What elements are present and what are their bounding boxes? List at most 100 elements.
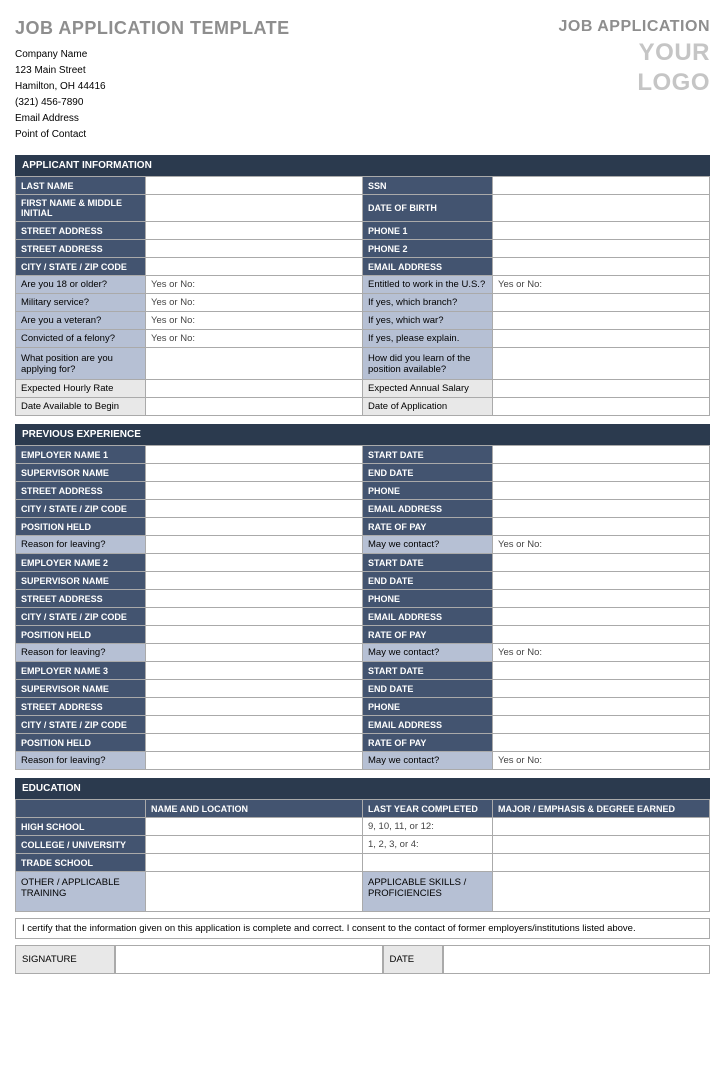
- label-felony: Convicted of a felony?: [16, 330, 146, 348]
- input-start3[interactable]: [493, 662, 710, 680]
- input-pos3[interactable]: [146, 734, 363, 752]
- input-street-e3[interactable]: [146, 698, 363, 716]
- document-title: JOB APPLICATION TEMPLATE: [15, 18, 290, 39]
- input-skills[interactable]: [493, 872, 710, 912]
- input-phone1[interactable]: [493, 222, 710, 240]
- input-end1[interactable]: [493, 464, 710, 482]
- input-rate2[interactable]: [493, 626, 710, 644]
- input-salary[interactable]: [493, 380, 710, 398]
- section-applicant-info: APPLICANT INFORMATION LAST NAMESSN FIRST…: [15, 155, 710, 416]
- label-salary: Expected Annual Salary: [363, 380, 493, 398]
- input-street-e1[interactable]: [146, 482, 363, 500]
- input-rate3[interactable]: [493, 734, 710, 752]
- input-reason2[interactable]: [146, 644, 363, 662]
- section-header: EDUCATION: [15, 778, 710, 799]
- label-email: EMAIL ADDRESS: [363, 608, 493, 626]
- input-start2[interactable]: [493, 554, 710, 572]
- input-firstname[interactable]: [146, 195, 363, 222]
- input-csz-e2[interactable]: [146, 608, 363, 626]
- label-major: MAJOR / EMPHASIS & DEGREE EARNED: [493, 800, 710, 818]
- input-phone-e1[interactable]: [493, 482, 710, 500]
- blank-header: [16, 800, 146, 818]
- input-sup1[interactable]: [146, 464, 363, 482]
- label-rate: RATE OF PAY: [363, 626, 493, 644]
- input-entitled[interactable]: Yes or No:: [493, 276, 710, 294]
- input-signature[interactable]: [115, 945, 383, 974]
- input-csz[interactable]: [146, 258, 363, 276]
- input-trade-year[interactable]: [363, 854, 493, 872]
- input-trade-major[interactable]: [493, 854, 710, 872]
- input-ssn[interactable]: [493, 177, 710, 195]
- input-sup2[interactable]: [146, 572, 363, 590]
- input-pos2[interactable]: [146, 626, 363, 644]
- input-email-e2[interactable]: [493, 608, 710, 626]
- input-phone-e2[interactable]: [493, 590, 710, 608]
- input-branch[interactable]: [493, 294, 710, 312]
- label-phone2: PHONE 2: [363, 240, 493, 258]
- input-hs-major[interactable]: [493, 818, 710, 836]
- input-explain[interactable]: [493, 330, 710, 348]
- input-position[interactable]: [146, 348, 363, 380]
- input-phone2[interactable]: [493, 240, 710, 258]
- input-col-year[interactable]: 1, 2, 3, or 4:: [363, 836, 493, 854]
- input-veteran[interactable]: Yes or No:: [146, 312, 363, 330]
- input-end2[interactable]: [493, 572, 710, 590]
- label-email: EMAIL ADDRESS: [363, 500, 493, 518]
- label-start: START DATE: [363, 662, 493, 680]
- input-emp1[interactable]: [146, 446, 363, 464]
- label-explain: If yes, please explain.: [363, 330, 493, 348]
- input-learn[interactable]: [493, 348, 710, 380]
- input-phone-e3[interactable]: [493, 698, 710, 716]
- label-trade: TRADE SCHOOL: [16, 854, 146, 872]
- label-contact: May we contact?: [363, 644, 493, 662]
- input-contact1[interactable]: Yes or No:: [493, 536, 710, 554]
- input-email-e3[interactable]: [493, 716, 710, 734]
- input-contact3[interactable]: Yes or No:: [493, 752, 710, 770]
- input-sup3[interactable]: [146, 680, 363, 698]
- input-street2[interactable]: [146, 240, 363, 258]
- input-contact2[interactable]: Yes or No:: [493, 644, 710, 662]
- input-other[interactable]: [146, 872, 363, 912]
- input-age18[interactable]: Yes or No:: [146, 276, 363, 294]
- label-phone: PHONE: [363, 482, 493, 500]
- input-hs-year[interactable]: 9, 10, 11, or 12:: [363, 818, 493, 836]
- label-war: If yes, which war?: [363, 312, 493, 330]
- input-csz-e3[interactable]: [146, 716, 363, 734]
- label-phone1: PHONE 1: [363, 222, 493, 240]
- input-hourly[interactable]: [146, 380, 363, 398]
- section-header: APPLICANT INFORMATION: [15, 155, 710, 176]
- input-csz-e1[interactable]: [146, 500, 363, 518]
- label-street1: STREET ADDRESS: [16, 222, 146, 240]
- input-street1[interactable]: [146, 222, 363, 240]
- label-firstname: FIRST NAME & MIDDLE INITIAL: [16, 195, 146, 222]
- input-hs-name[interactable]: [146, 818, 363, 836]
- label-contact: May we contact?: [363, 752, 493, 770]
- input-col-major[interactable]: [493, 836, 710, 854]
- input-email-e1[interactable]: [493, 500, 710, 518]
- input-appdate[interactable]: [493, 398, 710, 416]
- label-phone: PHONE: [363, 590, 493, 608]
- input-street-e2[interactable]: [146, 590, 363, 608]
- input-start1[interactable]: [493, 446, 710, 464]
- input-email[interactable]: [493, 258, 710, 276]
- input-dob[interactable]: [493, 195, 710, 222]
- label-posheld: POSITION HELD: [16, 518, 146, 536]
- input-felony[interactable]: Yes or No:: [146, 330, 363, 348]
- input-reason3[interactable]: [146, 752, 363, 770]
- input-end3[interactable]: [493, 680, 710, 698]
- input-emp3[interactable]: [146, 662, 363, 680]
- input-emp2[interactable]: [146, 554, 363, 572]
- input-lastname[interactable]: [146, 177, 363, 195]
- label-end: END DATE: [363, 680, 493, 698]
- input-date[interactable]: [443, 945, 711, 974]
- input-military[interactable]: Yes or No:: [146, 294, 363, 312]
- input-pos1[interactable]: [146, 518, 363, 536]
- input-avail[interactable]: [146, 398, 363, 416]
- label-end: END DATE: [363, 464, 493, 482]
- input-war[interactable]: [493, 312, 710, 330]
- signature-row: SIGNATURE DATE: [15, 945, 710, 974]
- input-reason1[interactable]: [146, 536, 363, 554]
- input-trade-name[interactable]: [146, 854, 363, 872]
- input-col-name[interactable]: [146, 836, 363, 854]
- input-rate1[interactable]: [493, 518, 710, 536]
